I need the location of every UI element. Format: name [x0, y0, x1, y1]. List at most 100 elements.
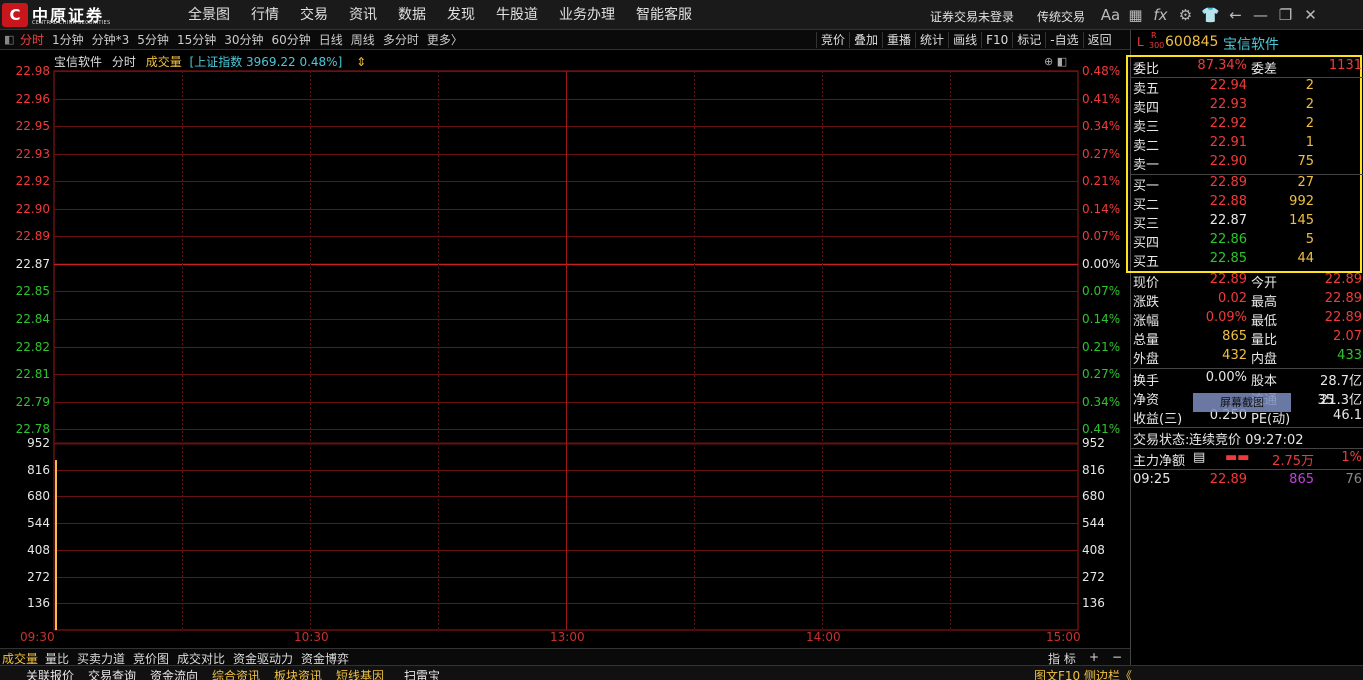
tool-f10[interactable]: F10	[981, 32, 1012, 48]
pct-tick-label: 0.21%	[1082, 340, 1121, 354]
tool-stats[interactable]: 统计	[915, 32, 948, 48]
period-tab-more[interactable]: 更多〉	[427, 32, 463, 48]
menu-item-service[interactable]: 智能客服	[636, 0, 692, 30]
period-tab-nmin[interactable]: 分钟*3	[92, 32, 130, 48]
status-fund-flow[interactable]: 资金流向	[150, 667, 198, 680]
menu-item-bull[interactable]: 牛股道	[496, 0, 538, 30]
menu-item-news[interactable]: 资讯	[349, 0, 377, 30]
tool-replay[interactable]: 重播	[882, 32, 915, 48]
volume-tick-label-right: 952	[1082, 436, 1105, 450]
classic-trade-link[interactable]: 传统交易	[1037, 8, 1085, 25]
status-trade-query[interactable]: 交易查询	[88, 667, 136, 680]
back-arrow-icon[interactable]: ←	[1223, 5, 1248, 25]
app-window: { "app": { "logo_cn": "中原证券", "logo_en":…	[0, 0, 1363, 680]
add-plus-icon[interactable]: ⊕	[1044, 55, 1053, 68]
tool-mark[interactable]: 标记	[1012, 32, 1045, 48]
gear-icon[interactable]: ⚙	[1173, 5, 1198, 25]
volume-tick-label: 408	[27, 543, 50, 557]
close-icon[interactable]: ✕	[1298, 5, 1323, 25]
panel-toggle-icon[interactable]: ◧	[4, 33, 14, 46]
price-tick-label: 22.87	[15, 257, 50, 271]
period-tab-30min[interactable]: 30分钟	[224, 32, 263, 48]
time-tick-label: 15:00	[1046, 630, 1081, 644]
period-tab-day[interactable]: 日线	[319, 32, 343, 48]
period-tab-60min[interactable]: 60分钟	[272, 32, 311, 48]
stat-label: 今开	[1251, 276, 1278, 291]
status-news[interactable]: 综合资讯	[212, 667, 260, 680]
stock-code[interactable]: 600845	[1165, 34, 1218, 50]
list-icon[interactable]: ▤	[1193, 450, 1205, 465]
pct-tick-label: 0.41%	[1082, 92, 1121, 106]
period-tab-intraday[interactable]: 分时	[20, 32, 44, 48]
sell-price: 22.94	[1209, 78, 1247, 93]
divider	[1131, 448, 1363, 449]
volume-tick-label-right: 544	[1082, 516, 1105, 530]
pct-tick-label: 0.41%	[1082, 422, 1121, 436]
period-tab-5min[interactable]: 5分钟	[137, 32, 169, 48]
status-sector-news[interactable]: 板块资讯	[274, 667, 322, 680]
font-size-icon[interactable]: Aa	[1098, 5, 1123, 25]
chart-index-overlay[interactable]: [上证指数 3969.22 0.48%]	[190, 55, 343, 69]
sell-volume: 2	[1305, 116, 1314, 131]
menu-item-business[interactable]: 业务办理	[559, 0, 615, 30]
tick-time: 09:25	[1133, 472, 1171, 487]
restore-icon[interactable]: ❐	[1273, 5, 1298, 25]
menu-item-market[interactable]: 行情	[251, 0, 279, 30]
price-tick-label: 22.90	[15, 202, 50, 216]
period-bar: ◧ 分时 1分钟 分钟*3 5分钟 15分钟 30分钟 60分钟 日线 周线 多…	[0, 30, 1130, 50]
fx-icon[interactable]: fx	[1148, 5, 1173, 25]
login-status[interactable]: 证券交易未登录	[930, 8, 1014, 25]
screenshot-button[interactable]: 屏幕截图	[1193, 393, 1291, 412]
volume-tick-label: 952	[27, 436, 50, 450]
tool-auction[interactable]: 竞价	[816, 32, 849, 48]
period-tab-week[interactable]: 周线	[351, 32, 375, 48]
buy-row: 买二 22.88 992	[1131, 194, 1363, 213]
window-controls: Aa ▦ fx ⚙ 👕 ← — ❐ ✕	[1098, 5, 1323, 25]
main-flow-pct: 1%	[1341, 450, 1362, 465]
trade-status-label: 交易状态:	[1133, 433, 1190, 448]
screenshot-label: 屏幕截图	[1220, 396, 1264, 409]
volume-tick-label: 680	[27, 489, 50, 503]
status-short-gene[interactable]: 短线基因	[336, 667, 384, 680]
status-related-quote[interactable]: 关联报价	[26, 667, 74, 680]
add-indicator-button[interactable]: +	[1089, 650, 1099, 664]
layout-icon[interactable]: ◧	[1057, 55, 1067, 68]
volume-tick-label: 136	[27, 596, 50, 610]
pct-tick-label: 0.34%	[1082, 395, 1121, 409]
period-tab-1min[interactable]: 1分钟	[52, 32, 84, 48]
remove-indicator-button[interactable]: −	[1112, 650, 1122, 664]
tool-back[interactable]: 返回	[1082, 32, 1116, 48]
menu-item-data[interactable]: 数据	[398, 0, 426, 30]
sell-row: 卖五 22.94 2	[1131, 78, 1363, 97]
period-tab-multi[interactable]: 多分时	[383, 32, 419, 48]
period-tabs: 分时 1分钟 分钟*3 5分钟 15分钟 30分钟 60分钟 日线 周线 多分时…	[20, 32, 471, 48]
main-flow-value: 2.75万	[1272, 454, 1314, 469]
shirt-icon[interactable]: 👕	[1198, 5, 1223, 25]
price-tick-label: 22.79	[15, 395, 50, 409]
intraday-chart[interactable]	[0, 50, 1130, 648]
menu-item-trade[interactable]: 交易	[300, 0, 328, 30]
divider	[1131, 469, 1363, 470]
sell-row: 卖二 22.91 1	[1131, 135, 1363, 154]
stat-label: 涨跌	[1133, 295, 1160, 310]
grid-icon[interactable]: ▦	[1123, 5, 1148, 25]
stock-name[interactable]: 宝信软件	[1223, 34, 1279, 54]
logo-subtext: CENTRAL CHINA SECURITIES	[32, 20, 111, 26]
divider	[1131, 368, 1363, 369]
stat-label: 量比	[1251, 333, 1278, 348]
updown-arrow-icon[interactable]: ⇕	[356, 55, 366, 69]
fund-label: 股本	[1251, 374, 1278, 389]
pct-tick-label: 0.34%	[1082, 119, 1121, 133]
minimize-icon[interactable]: —	[1248, 5, 1273, 25]
status-f10-sidebar[interactable]: 图文F10 侧边栏《	[1034, 667, 1132, 680]
pct-tick-label: 0.27%	[1082, 367, 1121, 381]
tool-overlay[interactable]: 叠加	[849, 32, 882, 48]
tool-watchlist[interactable]: -自选	[1045, 32, 1082, 48]
period-tab-15min[interactable]: 15分钟	[177, 32, 216, 48]
menu-item-discover[interactable]: 发现	[447, 0, 475, 30]
status-mine-sweeper[interactable]: 扫雷宝	[404, 667, 440, 680]
tool-draw[interactable]: 画线	[948, 32, 981, 48]
buy-price: 22.85	[1209, 251, 1247, 266]
sell-volume: 1	[1305, 135, 1314, 150]
menu-item-panorama[interactable]: 全景图	[188, 0, 230, 30]
